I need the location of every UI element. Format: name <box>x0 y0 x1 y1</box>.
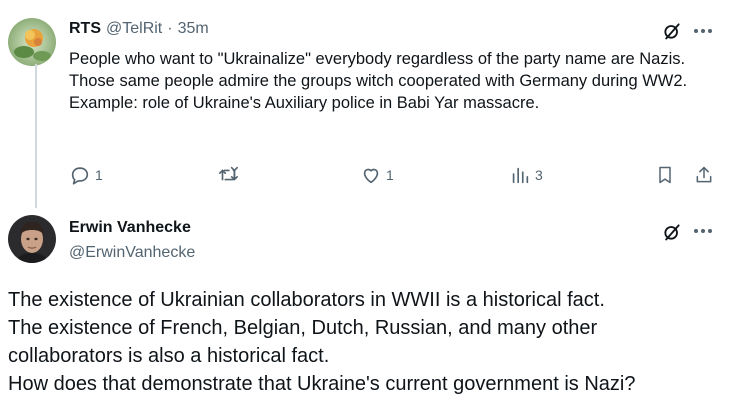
tweet-text-line: The existence of Ukrainian collaborators… <box>8 289 605 311</box>
author-name[interactable]: RTS <box>69 20 101 38</box>
tweet-text-line: collaborators is also a historical fact. <box>8 345 330 367</box>
more-icon[interactable] <box>694 229 712 233</box>
grok-icon[interactable] <box>661 221 683 243</box>
tweet-text: The existence of Ukrainian collaborators… <box>8 286 728 398</box>
more-icon[interactable] <box>694 29 712 33</box>
tweet-text-line: The existence of French, Belgian, Dutch,… <box>8 317 598 339</box>
timestamp[interactable]: 35m <box>178 20 209 38</box>
share-icon[interactable] <box>693 164 715 186</box>
separator: · <box>167 20 173 37</box>
author-handle[interactable]: @ErwinVanhecke <box>69 244 195 262</box>
retweet-button[interactable] <box>217 164 239 186</box>
reply-count: 1 <box>95 167 103 183</box>
like-button[interactable]: 1 <box>360 164 394 186</box>
tweet-text: People who want to "Ukrainalize" everybo… <box>69 50 688 112</box>
grok-icon[interactable] <box>661 20 683 42</box>
like-icon <box>360 164 382 186</box>
author-name[interactable]: Erwin Vanhecke <box>69 219 191 237</box>
reply-icon <box>69 164 91 186</box>
author-handle[interactable]: @TelRit <box>106 20 162 38</box>
like-count: 1 <box>386 167 394 183</box>
views-button[interactable]: 3 <box>509 164 543 186</box>
avatar-rts[interactable] <box>8 18 56 66</box>
tweet-text-line: How does that demonstrate that Ukraine's… <box>8 373 636 395</box>
views-icon <box>509 164 531 186</box>
avatar-erwin[interactable] <box>8 215 56 263</box>
retweet-icon <box>217 164 239 186</box>
views-count: 3 <box>535 167 543 183</box>
reply-button[interactable]: 1 <box>69 164 103 186</box>
thread-line <box>35 64 37 208</box>
bookmark-icon[interactable] <box>654 164 676 186</box>
